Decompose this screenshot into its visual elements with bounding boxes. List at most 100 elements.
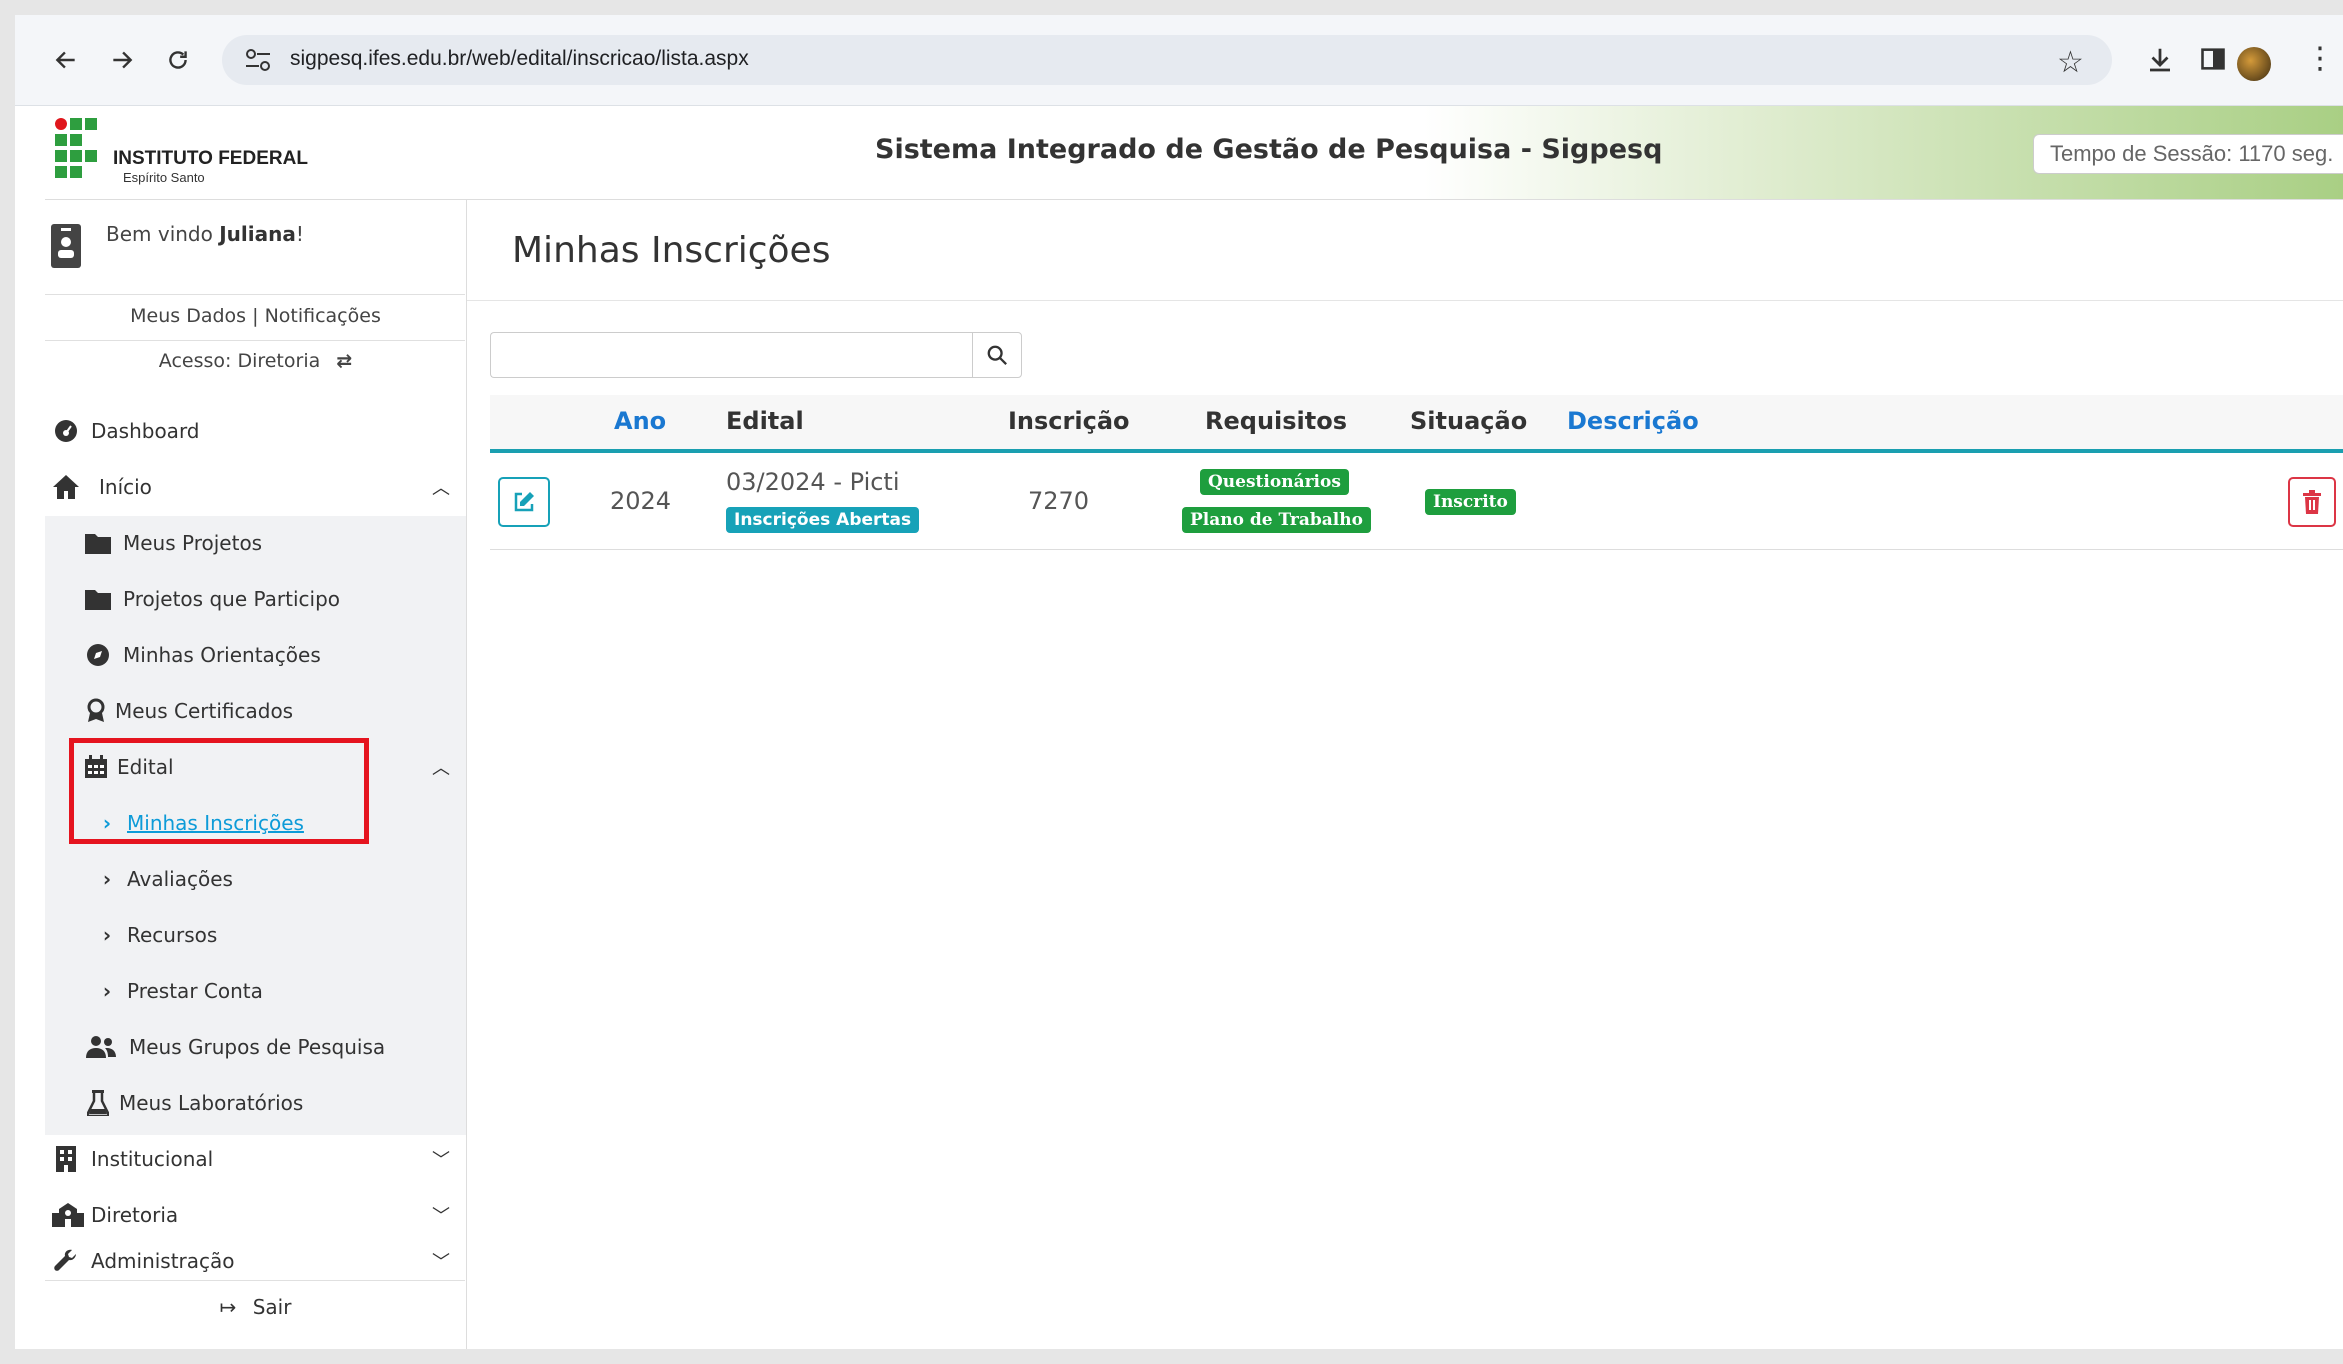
column-header-ano[interactable]: Ano xyxy=(614,407,666,435)
home-icon xyxy=(51,472,81,502)
menu-item-institucional[interactable]: Institucional ﹀ xyxy=(45,1131,466,1187)
search-button[interactable] xyxy=(972,332,1022,378)
compass-icon xyxy=(83,640,113,670)
building-icon xyxy=(51,1144,81,1174)
side-panel-icon[interactable] xyxy=(2199,45,2227,80)
download-icon[interactable] xyxy=(2145,45,2175,82)
browser-toolbar: sigpesq.ifes.edu.br/web/edital/inscricao… xyxy=(15,15,2343,106)
system-title: Sistema Integrado de Gestão de Pesquisa … xyxy=(875,134,1663,165)
site-settings-icon[interactable] xyxy=(244,47,272,73)
meus-dados-link[interactable]: Meus Dados xyxy=(130,305,246,327)
more-menu-icon[interactable]: ⋮ xyxy=(2305,41,2335,76)
profile-avatar[interactable] xyxy=(2237,47,2271,81)
menu-label: Prestar Conta xyxy=(127,979,263,1003)
chevron-down-icon[interactable]: ﹀ xyxy=(432,1202,450,1228)
divider xyxy=(45,340,465,341)
folder-icon xyxy=(83,584,113,614)
access-text: Acesso: Diretoria xyxy=(158,350,321,372)
menu-item-meus-grupos[interactable]: Meus Grupos de Pesquisa xyxy=(45,1019,466,1075)
status-badge: Inscrito xyxy=(1425,489,1516,515)
reload-icon[interactable] xyxy=(155,37,201,83)
edit-button[interactable] xyxy=(498,477,550,527)
chevron-right-icon: › xyxy=(102,867,112,891)
column-header-edital: Edital xyxy=(726,407,804,435)
certificate-icon xyxy=(81,696,111,726)
divider xyxy=(467,300,2343,301)
cell-inscricao: 7270 xyxy=(1028,487,1090,515)
chevron-up-icon[interactable]: ︿ xyxy=(432,754,450,780)
menu-label: Avaliações xyxy=(127,867,233,891)
menu-label: Dashboard xyxy=(91,419,200,443)
back-arrow-icon[interactable] xyxy=(43,37,89,83)
ifes-logo[interactable]: INSTITUTO FEDERAL Espírito Santo xyxy=(55,118,335,188)
url-text[interactable]: sigpesq.ifes.edu.br/web/edital/inscricao… xyxy=(290,47,749,71)
dashboard-icon xyxy=(51,416,81,446)
menu-label: Minhas Orientações xyxy=(123,643,321,667)
users-icon xyxy=(83,1032,119,1062)
table-header: Ano Edital Inscrição Requisitos Situação… xyxy=(490,395,2343,453)
switch-access-icon[interactable]: ⇄ xyxy=(336,350,352,372)
sign-out-icon: ↦ xyxy=(219,1295,237,1319)
menu-item-projetos-que-participo[interactable]: Projetos que Participo xyxy=(45,571,466,627)
column-header-situacao: Situação xyxy=(1410,407,1528,435)
divider xyxy=(45,1280,465,1281)
logo-subtitle: Espírito Santo xyxy=(123,170,205,185)
menu-item-dashboard[interactable]: Dashboard xyxy=(45,403,466,459)
chevron-right-icon: › xyxy=(102,923,112,947)
cell-edital: 03/2024 - Picti xyxy=(726,468,900,496)
column-header-inscricao: Inscrição xyxy=(1008,407,1130,435)
menu-label: Administração xyxy=(91,1249,235,1273)
school-icon xyxy=(51,1200,85,1230)
logout-label: Sair xyxy=(252,1295,292,1319)
user-links: Meus Dados | Notificações xyxy=(45,305,466,327)
search-input[interactable] xyxy=(490,332,973,378)
logout-button[interactable]: ↦ Sair xyxy=(45,1295,466,1319)
chevron-right-icon: › xyxy=(102,979,112,1003)
table-row: 2024 03/2024 - Picti Inscrições Abertas … xyxy=(490,453,2343,550)
flask-icon xyxy=(83,1088,113,1118)
page-title: Minhas Inscrições xyxy=(512,230,831,271)
browser-window: sigpesq.ifes.edu.br/web/edital/inscricao… xyxy=(15,15,2343,1349)
edit-icon xyxy=(514,492,534,512)
menu-item-diretoria[interactable]: Diretoria ﹀ xyxy=(45,1187,466,1243)
forward-arrow-icon[interactable] xyxy=(99,37,145,83)
user-id-card-icon xyxy=(51,224,81,268)
requirement-badge[interactable]: Questionários xyxy=(1200,469,1349,495)
menu-label: Meus Grupos de Pesquisa xyxy=(129,1035,386,1059)
chevron-down-icon[interactable]: ﹀ xyxy=(432,1146,450,1172)
chevron-down-icon[interactable]: ﹀ xyxy=(432,1248,450,1274)
menu-label: Meus Certificados xyxy=(115,699,294,723)
logo-grid-icon xyxy=(55,118,97,178)
menu-item-recursos[interactable]: › Recursos xyxy=(45,907,466,963)
menu-label: Meus Laboratórios xyxy=(119,1091,304,1115)
search-icon xyxy=(987,345,1007,365)
user-name: Juliana xyxy=(219,222,296,246)
bookmark-star-icon[interactable]: ☆ xyxy=(2057,45,2084,80)
menu-item-inicio[interactable]: Início ︿ xyxy=(45,459,466,515)
app-header: INSTITUTO FEDERAL Espírito Santo Sistema… xyxy=(45,106,2343,200)
menu-item-minhas-orientacoes[interactable]: Minhas Orientações xyxy=(45,627,466,683)
column-header-descricao[interactable]: Descrição xyxy=(1567,407,1699,435)
delete-button[interactable] xyxy=(2288,477,2336,527)
address-bar[interactable]: sigpesq.ifes.edu.br/web/edital/inscricao… xyxy=(222,35,2112,85)
menu-item-prestar-conta[interactable]: › Prestar Conta xyxy=(45,963,466,1019)
chevron-up-icon[interactable]: ︿ xyxy=(432,474,450,500)
trash-icon xyxy=(2303,490,2321,514)
menu-item-administracao[interactable]: Administração ﹀ xyxy=(45,1243,466,1279)
menu-item-meus-laboratorios[interactable]: Meus Laboratórios xyxy=(45,1075,466,1131)
menu-label: Projetos que Participo xyxy=(123,587,341,611)
menu-label: Recursos xyxy=(127,923,218,947)
menu-item-avaliacoes[interactable]: › Avaliações xyxy=(45,851,466,907)
welcome-text: Bem vindo Juliana! xyxy=(106,222,304,246)
logo-name: INSTITUTO FEDERAL xyxy=(113,148,308,169)
wrench-icon xyxy=(51,1246,81,1276)
menu-item-meus-projetos[interactable]: Meus Projetos xyxy=(45,515,466,571)
access-line: Acesso: Diretoria ⇄ xyxy=(45,350,466,372)
cell-ano: 2024 xyxy=(610,487,672,515)
highlight-annotation xyxy=(69,738,369,844)
menu-item-meus-certificados[interactable]: Meus Certificados xyxy=(45,683,466,739)
requirement-badge[interactable]: Plano de Trabalho xyxy=(1182,507,1371,533)
session-timer: Tempo de Sessão: 1170 seg. xyxy=(2033,134,2343,174)
folder-icon xyxy=(83,528,113,558)
notificacoes-link[interactable]: Notificações xyxy=(265,305,381,327)
